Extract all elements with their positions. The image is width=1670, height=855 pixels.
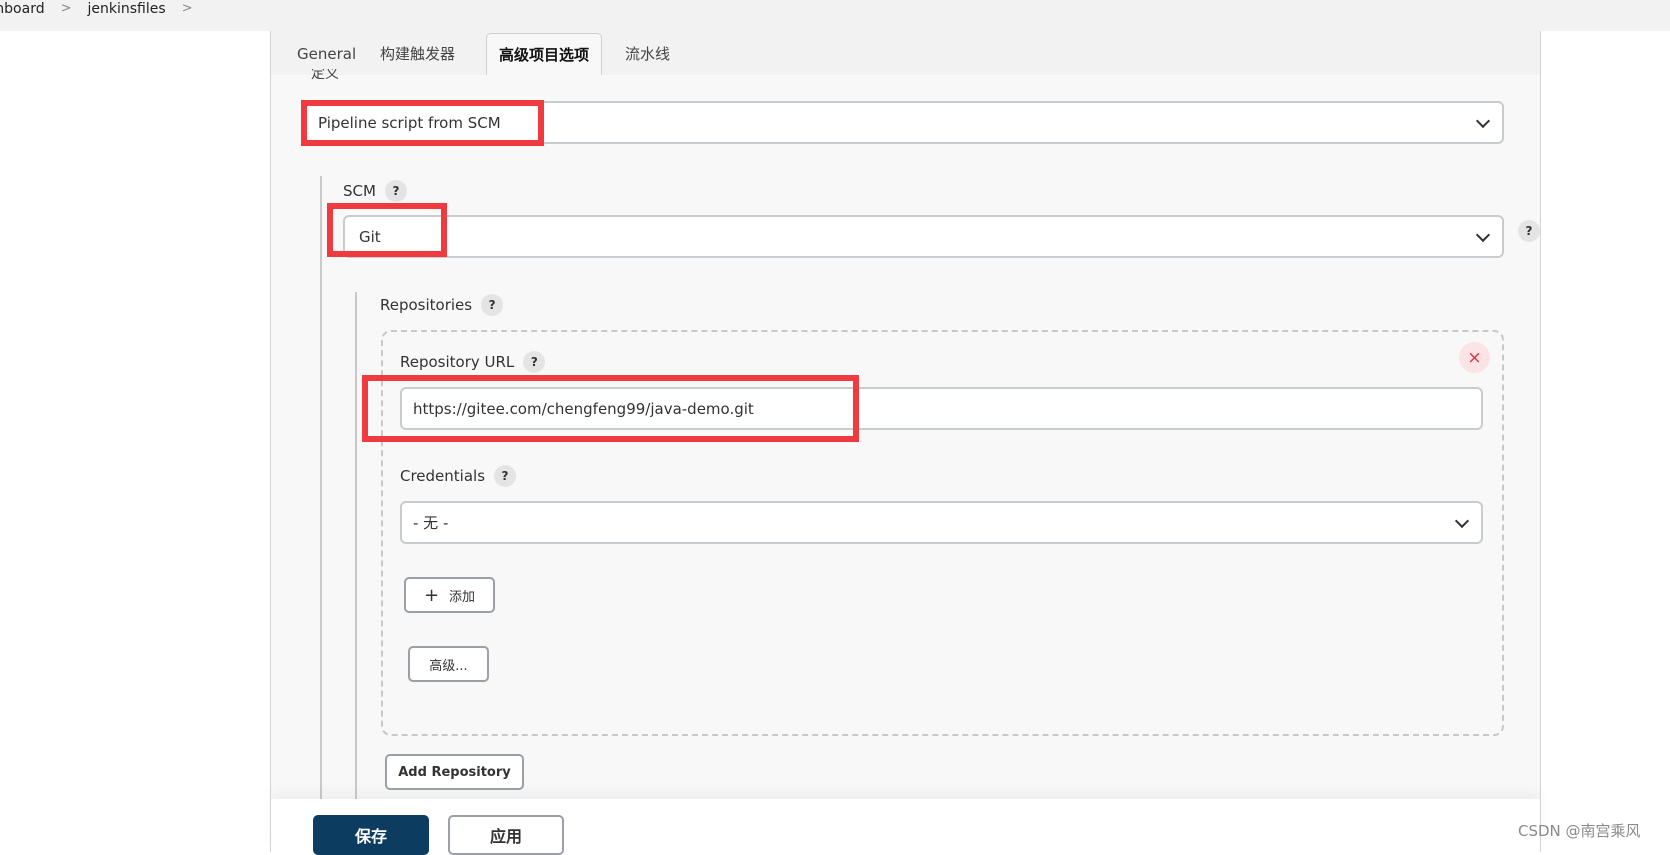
breadcrumb: shboard > jenkinsfiles > [0, 0, 199, 17]
top-bar: shboard > jenkinsfiles > [0, 0, 1670, 31]
help-icon[interactable]: ? [384, 180, 407, 202]
breadcrumb-dashboard[interactable]: shboard [0, 1, 45, 17]
add-repository-button[interactable]: Add Repository [385, 754, 524, 790]
repository-url-label-text: Repository URL [400, 353, 515, 371]
help-icon[interactable]: ? [481, 294, 504, 316]
definition-select[interactable]: Pipeline script from SCM [302, 101, 1504, 144]
chevron-right-icon[interactable]: > [182, 1, 193, 16]
help-icon[interactable]: ? [523, 351, 546, 373]
repository-url-input[interactable]: https://gitee.com/chengfeng99/java-demo.… [400, 387, 1483, 430]
credentials-select[interactable]: - 无 - [400, 501, 1483, 544]
scm-indent-line [320, 176, 322, 801]
tab-bar: General 构建触发器 高级项目选项 流水线 [271, 31, 1540, 75]
repository-url-label: Repository URL ? [400, 350, 546, 374]
repository-url-value: https://gitee.com/chengfeng99/java-demo.… [413, 399, 754, 418]
chevron-down-icon [1475, 227, 1491, 242]
scm-label: SCM ? [343, 179, 407, 203]
tab-build-triggers[interactable]: 构建触发器 [368, 33, 467, 75]
help-icon[interactable]: ? [494, 465, 517, 487]
apply-button[interactable]: 应用 [448, 815, 564, 855]
advanced-button[interactable]: 高级... [408, 646, 489, 682]
watermark: CSDN @南宫乘风 [1518, 822, 1641, 840]
scm-value: Git [359, 227, 381, 246]
save-button[interactable]: 保存 [313, 815, 429, 855]
credentials-label: Credentials ? [400, 464, 517, 488]
config-panel: General 构建触发器 高级项目选项 流水线 定义 Pipeline scr… [270, 31, 1541, 855]
credentials-label-text: Credentials [400, 467, 486, 485]
repositories-label-text: Repositories [380, 296, 473, 314]
definition-label: 定义 [311, 69, 339, 81]
close-icon[interactable]: × [1459, 342, 1490, 373]
bottom-action-bar: 保存 应用 [271, 799, 1540, 855]
breadcrumb-jenkinsfiles[interactable]: jenkinsfiles [88, 1, 166, 17]
repositories-label: Repositories ? [380, 293, 504, 317]
credentials-value: - 无 - [413, 514, 449, 532]
chevron-down-icon [1454, 513, 1470, 528]
scm-select[interactable]: Git [343, 215, 1504, 258]
repositories-indent-line [355, 292, 357, 801]
help-icon[interactable]: ? [1518, 220, 1540, 242]
definition-value: Pipeline script from SCM [318, 113, 501, 132]
tab-advanced-project-options[interactable]: 高级项目选项 [486, 33, 603, 75]
scm-label-text: SCM [343, 182, 376, 200]
chevron-right-icon: > [60, 1, 72, 16]
add-credentials-button[interactable]: + 添加 [404, 577, 495, 613]
tab-pipeline[interactable]: 流水线 [613, 33, 682, 75]
chevron-down-icon [1475, 113, 1491, 128]
plus-icon: + [423, 584, 440, 606]
add-credentials-label: 添加 [449, 589, 476, 605]
